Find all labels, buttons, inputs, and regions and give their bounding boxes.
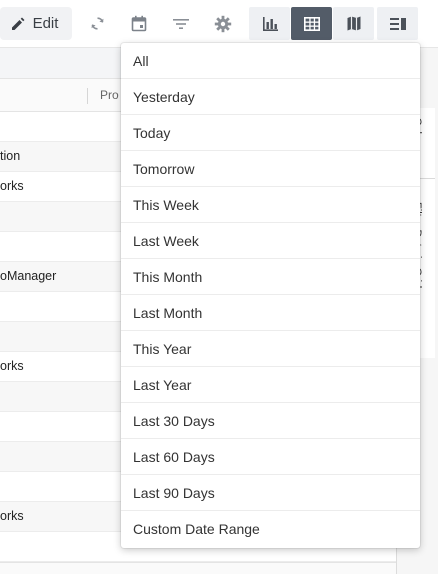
column-separator[interactable]: [87, 88, 88, 104]
map-view-button[interactable]: [333, 7, 374, 40]
table-grid-icon: [303, 16, 320, 31]
filter-button[interactable]: [166, 7, 196, 40]
menu-item-tomorrow[interactable]: Tomorrow: [121, 151, 420, 187]
menu-item-this-week[interactable]: This Week: [121, 187, 420, 223]
menu-item-last-week[interactable]: Last Week: [121, 223, 420, 259]
gear-icon: [214, 15, 232, 33]
menu-item-this-year[interactable]: This Year: [121, 331, 420, 367]
date-range-dropdown: All Yesterday Today Tomorrow This Week L…: [121, 43, 420, 548]
menu-item-last-60-days[interactable]: Last 60 Days: [121, 439, 420, 475]
date-filter-button[interactable]: [124, 7, 154, 40]
split-view-icon: [389, 17, 406, 30]
menu-item-last-30-days[interactable]: Last 30 Days: [121, 403, 420, 439]
map-icon: [347, 16, 361, 31]
grid-footer: [0, 562, 396, 574]
chart-view-button[interactable]: [249, 7, 290, 40]
pencil-icon: [10, 16, 26, 32]
menu-item-yesterday[interactable]: Yesterday: [121, 79, 420, 115]
table-view-button[interactable]: [291, 7, 332, 40]
menu-item-last-year[interactable]: Last Year: [121, 367, 420, 403]
calendar-icon: [131, 15, 147, 32]
menu-item-all[interactable]: All: [121, 43, 420, 79]
edit-label: Edit: [32, 15, 59, 32]
menu-item-today[interactable]: Today: [121, 115, 420, 151]
bar-chart-icon: [262, 16, 278, 31]
toolbar: Edit: [0, 0, 438, 48]
menu-item-custom-date-range[interactable]: Custom Date Range: [121, 511, 420, 547]
menu-item-last-month[interactable]: Last Month: [121, 295, 420, 331]
edit-button[interactable]: Edit: [0, 7, 72, 40]
settings-button[interactable]: [208, 7, 238, 40]
filter-icon: [173, 18, 189, 30]
refresh-icon: [89, 15, 106, 32]
split-view-button[interactable]: [377, 7, 418, 40]
menu-item-this-month[interactable]: This Month: [121, 259, 420, 295]
menu-item-last-90-days[interactable]: Last 90 Days: [121, 475, 420, 511]
refresh-button[interactable]: [82, 7, 112, 40]
column-header-label[interactable]: Pro: [100, 88, 119, 102]
